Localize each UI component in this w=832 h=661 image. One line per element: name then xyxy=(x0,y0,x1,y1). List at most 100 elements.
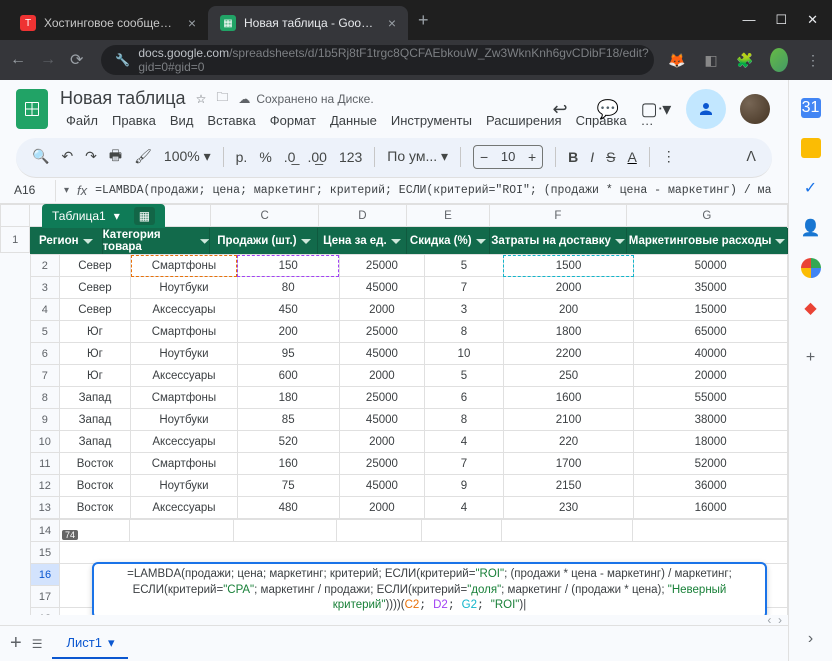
table-row[interactable]: 2СеверСмартфоны150250005150050000 xyxy=(31,255,788,277)
table-view-icon[interactable]: ▦ xyxy=(134,207,155,225)
cell[interactable]: 65000 xyxy=(634,321,788,343)
filter-header[interactable]: Продажи (шт.) xyxy=(210,228,318,254)
cell[interactable]: Запад xyxy=(59,431,131,453)
cell[interactable]: Аксессуары xyxy=(131,365,237,387)
filter-header[interactable]: Затраты на доставку xyxy=(490,228,627,254)
toolbar-more-icon[interactable]: ⋮ xyxy=(662,148,676,165)
cell[interactable]: 1500 xyxy=(503,255,633,277)
cell[interactable]: 2100 xyxy=(503,409,633,431)
cell[interactable]: Восток xyxy=(59,453,131,475)
cell[interactable]: 15000 xyxy=(634,299,788,321)
italic-button[interactable]: I xyxy=(590,149,594,165)
font-size-value[interactable]: 10 xyxy=(494,149,522,164)
column-header[interactable]: F xyxy=(490,205,627,227)
cell[interactable]: 50000 xyxy=(634,255,788,277)
row-header[interactable]: 2 xyxy=(31,255,60,277)
cell[interactable]: 2000 xyxy=(503,277,633,299)
cell[interactable]: Аксессуары xyxy=(131,299,237,321)
active-cell-formula[interactable]: =LAMBDA(продажи; цена; маркетинг; критер… xyxy=(92,562,767,615)
sheet-tab[interactable]: Лист1 ▾ xyxy=(52,629,128,659)
new-tab-button[interactable]: + xyxy=(408,10,439,31)
cell[interactable]: 3 xyxy=(424,299,503,321)
keep-icon[interactable] xyxy=(801,138,821,158)
sheets-logo[interactable] xyxy=(16,89,48,129)
undo-icon[interactable]: ↶ xyxy=(61,148,73,165)
cell[interactable]: 95 xyxy=(237,343,339,365)
close-window-icon[interactable]: ✕ xyxy=(807,12,818,28)
cell[interactable]: Ноутбуки xyxy=(131,475,237,497)
table-row[interactable]: 11ВостокСмартфоны160250007170052000 xyxy=(31,453,788,475)
row-header[interactable]: 17 xyxy=(31,586,60,608)
cell[interactable]: 250 xyxy=(503,365,633,387)
table-row[interactable]: 8ЗападСмартфоны180250006160055000 xyxy=(31,387,788,409)
cell[interactable]: 2000 xyxy=(339,431,424,453)
calendar-icon[interactable]: 31 xyxy=(801,98,821,118)
currency-button[interactable]: р. xyxy=(236,149,248,165)
print-icon[interactable]: 🖶 xyxy=(109,145,122,169)
cell[interactable]: Запад xyxy=(59,409,131,431)
cell[interactable]: 25000 xyxy=(339,321,424,343)
decrease-decimal-button[interactable]: .0̲ xyxy=(284,149,296,165)
cell[interactable]: 25000 xyxy=(339,255,424,277)
cell[interactable]: 8 xyxy=(424,409,503,431)
move-icon[interactable]: 🗀 xyxy=(216,88,228,109)
redo-icon[interactable]: ↷ xyxy=(85,148,97,165)
cell[interactable]: 230 xyxy=(503,497,633,519)
cell[interactable]: Смартфоны xyxy=(131,387,237,409)
column-header[interactable]: E xyxy=(406,205,489,227)
zoom-dropdown[interactable]: 100% ▾ xyxy=(164,148,211,165)
cell[interactable]: 1700 xyxy=(503,453,633,475)
cell[interactable]: Ноутбуки xyxy=(131,343,237,365)
chevron-down-icon[interactable]: ▾ xyxy=(114,209,120,223)
cell[interactable]: 45000 xyxy=(339,343,424,365)
cell[interactable]: 20000 xyxy=(634,365,788,387)
browser-tab-other[interactable]: T Хостинговое сообщество «Tim × xyxy=(8,6,208,40)
cell[interactable]: 2000 xyxy=(339,497,424,519)
cell[interactable]: 45000 xyxy=(339,409,424,431)
row-header[interactable]: 5 xyxy=(31,321,60,343)
cell[interactable]: 6 xyxy=(424,387,503,409)
table-row[interactable]: 9ЗападНоутбуки85450008210038000 xyxy=(31,409,788,431)
cell[interactable]: Север xyxy=(59,255,131,277)
row-header[interactable]: 4 xyxy=(31,299,60,321)
contacts-icon[interactable]: 👤 xyxy=(801,218,821,238)
row-header[interactable]: 15 xyxy=(31,542,60,564)
menu-format[interactable]: Формат xyxy=(264,111,322,130)
table-row[interactable]: 3СеверНоутбуки80450007200035000 xyxy=(31,277,788,299)
cell[interactable]: 160 xyxy=(237,453,339,475)
cell[interactable]: Смартфоны xyxy=(131,255,237,277)
strike-button[interactable]: S xyxy=(606,149,615,165)
document-title[interactable]: Новая таблица xyxy=(60,88,186,109)
row-header[interactable]: 14 xyxy=(31,520,60,542)
cell[interactable]: 200 xyxy=(503,299,633,321)
table-row[interactable]: 7ЮгАксессуары6002000525020000 xyxy=(31,365,788,387)
decrease-font-icon[interactable]: − xyxy=(474,149,494,165)
table-row[interactable]: 13ВостокАксессуары4802000423016000 xyxy=(31,497,788,519)
menu-view[interactable]: Вид xyxy=(164,111,200,130)
cell[interactable]: 1800 xyxy=(503,321,633,343)
cell[interactable]: 1600 xyxy=(503,387,633,409)
spreadsheet-grid[interactable]: A B C D E F G 1 Таблица1 ▾ ▦ Регион Кате… xyxy=(0,204,788,615)
text-color-button[interactable]: A xyxy=(627,149,636,165)
cell[interactable]: 55000 xyxy=(634,387,788,409)
browser-menu-icon[interactable]: ⋮ xyxy=(804,51,822,69)
cell[interactable]: Север xyxy=(59,277,131,299)
row-header[interactable]: 12 xyxy=(31,475,60,497)
cell[interactable]: 9 xyxy=(424,475,503,497)
browser-tab-active[interactable]: ▦ Новая таблица - Google Табл × xyxy=(208,6,408,40)
cell[interactable]: 16000 xyxy=(634,497,788,519)
cell[interactable]: Аксессуары xyxy=(131,497,237,519)
cell[interactable]: 25000 xyxy=(339,453,424,475)
cell[interactable]: Север xyxy=(59,299,131,321)
increase-decimal-button[interactable]: .0̲0 xyxy=(307,149,326,165)
cell[interactable]: Аксессуары xyxy=(131,431,237,453)
addon-icon[interactable]: ◆ xyxy=(801,298,821,318)
tasks-icon[interactable]: ✓ xyxy=(801,178,821,198)
collapse-toolbar-icon[interactable]: ᐱ xyxy=(746,148,756,165)
cell[interactable]: 45000 xyxy=(339,277,424,299)
account-avatar[interactable] xyxy=(738,92,772,126)
all-sheets-icon[interactable]: ☰ xyxy=(32,637,43,651)
cell[interactable]: 18000 xyxy=(634,431,788,453)
comments-icon[interactable]: 💬 xyxy=(590,91,626,127)
cell[interactable]: Смартфоны xyxy=(131,321,237,343)
